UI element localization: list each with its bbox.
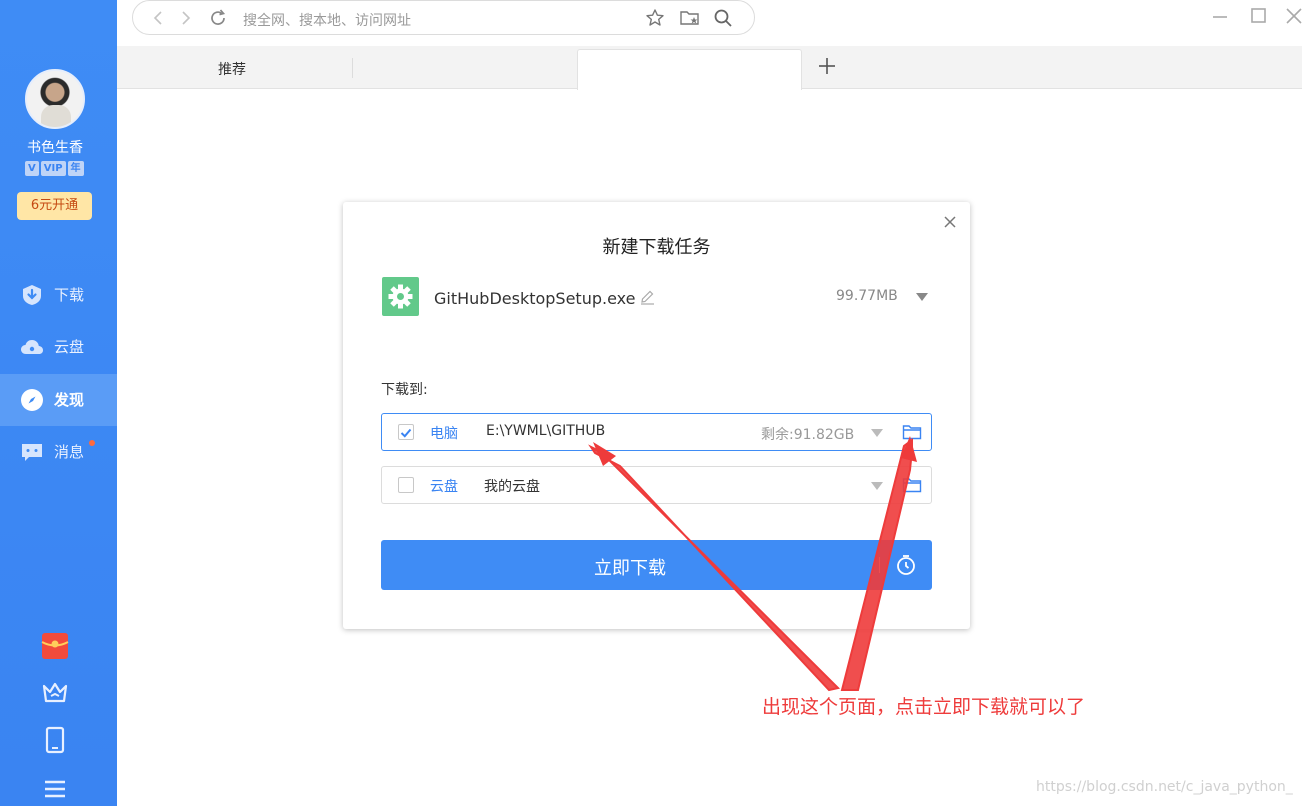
sidebar-item-label: 云盘 (54, 338, 85, 356)
tab-strip: 推荐 (117, 46, 1302, 90)
folder-icon[interactable] (902, 423, 922, 441)
cloud-icon (21, 340, 43, 354)
crown-icon[interactable] (40, 677, 70, 707)
chevron-down-icon[interactable] (871, 429, 883, 437)
minimize-icon[interactable] (1211, 8, 1229, 26)
refresh-icon[interactable] (208, 8, 228, 28)
search-input[interactable]: 搜全网、搜本地、访问网址 (243, 10, 411, 30)
file-size: 99.77MB (836, 288, 898, 304)
tab-new[interactable] (577, 49, 802, 90)
download-button-label: 立即下载 (594, 558, 666, 579)
tab-divider (352, 58, 353, 78)
location-type: 电脑 (430, 426, 458, 442)
star-icon[interactable] (645, 8, 665, 28)
location-type: 云盘 (430, 479, 458, 495)
chevron-down-icon[interactable] (916, 293, 928, 301)
username[interactable]: 书色生香 (0, 137, 110, 157)
phone-icon[interactable] (40, 725, 70, 755)
back-icon[interactable] (151, 10, 165, 26)
close-icon[interactable] (941, 213, 959, 231)
chat-icon (22, 444, 42, 461)
open-vip-button[interactable]: 6元开通 (17, 192, 92, 220)
sidebar-item-download[interactable]: 下载 (0, 269, 117, 321)
search-icon[interactable] (713, 8, 733, 28)
unread-dot (89, 440, 95, 446)
close-window-icon[interactable] (1285, 7, 1302, 25)
file-type-icon (382, 277, 419, 316)
chevron-down-icon[interactable] (871, 482, 883, 490)
button-divider (879, 557, 880, 573)
gear-icon (388, 284, 413, 309)
vip-badge-vip: VIP (40, 161, 66, 176)
cloud-checkbox[interactable] (398, 477, 414, 493)
computer-checkbox[interactable] (398, 424, 414, 440)
menu-icon[interactable] (40, 774, 70, 804)
address-bar[interactable]: 搜全网、搜本地、访问网址 (132, 0, 755, 35)
save-to-label: 下载到: (381, 382, 428, 398)
file-name[interactable]: GitHubDesktopSetup.exe (434, 289, 635, 308)
compass-icon (21, 389, 43, 411)
folder-icon[interactable] (902, 476, 922, 494)
sidebar: 书色生香 V VIP 年 6元开通 下载 云盘 发现 消息 (0, 0, 117, 806)
schedule-clock-icon[interactable] (894, 553, 918, 577)
dialog-title: 新建下载任务 (602, 237, 711, 258)
location-row-cloud[interactable]: 云盘 我的云盘 (381, 466, 932, 504)
watermark: https://blog.csdn.net/c_java_python_ (1036, 779, 1293, 795)
free-space: 剩余:91.82GB (761, 427, 855, 443)
new-tab-plus-icon[interactable] (818, 57, 836, 75)
sidebar-item-label: 发现 (54, 391, 85, 409)
sidebar-item-label: 消息 (54, 443, 85, 461)
sidebar-item-discover[interactable]: 发现 (0, 374, 117, 426)
checkmark-icon (400, 428, 412, 438)
browser-toolbar: 搜全网、搜本地、访问网址 (117, 0, 1302, 46)
edit-icon[interactable] (639, 289, 655, 305)
vip-badge-year: 年 (67, 161, 84, 176)
download-now-button[interactable]: 立即下载 (381, 540, 932, 590)
new-download-dialog: 新建下载任务 GitHubDesktopSetup.exe 99.77MB 下载… (343, 202, 970, 629)
tab-recommend[interactable]: 推荐 (117, 46, 352, 89)
red-envelope-icon[interactable] (40, 631, 70, 661)
tab-label: 推荐 (218, 62, 246, 78)
sidebar-item-cloud[interactable]: 云盘 (0, 321, 117, 373)
location-path[interactable]: E:\YWML\GITHUB (486, 423, 605, 439)
maximize-icon[interactable] (1250, 7, 1268, 25)
forward-icon[interactable] (179, 10, 193, 26)
folder-star-icon[interactable] (679, 8, 701, 28)
location-path[interactable]: 我的云盘 (484, 476, 540, 496)
vip-badge-v: V (25, 161, 39, 176)
download-shield-icon (23, 285, 41, 305)
location-row-computer[interactable]: 电脑 E:\YWML\GITHUB 剩余:91.82GB (381, 413, 932, 451)
sidebar-item-label: 下载 (54, 286, 85, 304)
vip-badge: V VIP 年 (25, 161, 84, 176)
annotation-text: 出现这个页面，点击立即下载就可以了 (762, 696, 1086, 718)
avatar[interactable] (25, 69, 85, 129)
sidebar-item-messages[interactable]: 消息 (0, 426, 117, 478)
